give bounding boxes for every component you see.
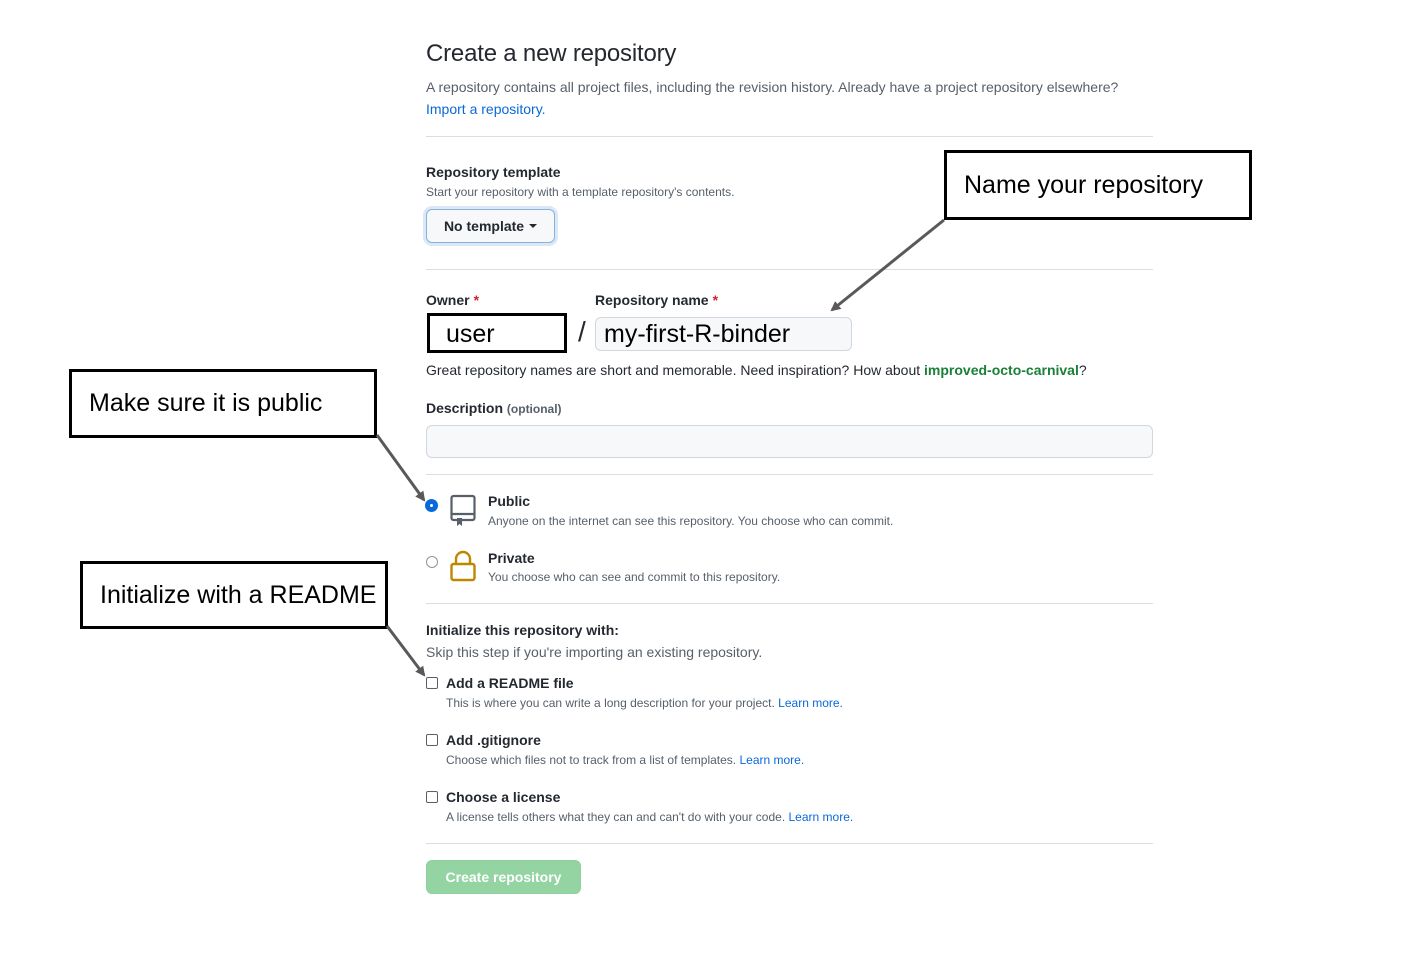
annotation-arrows	[375, 218, 945, 677]
arrow-to-repo-name	[830, 218, 945, 312]
arrow-to-readme-checkbox	[385, 625, 426, 677]
arrow-to-public-radio	[375, 434, 426, 502]
